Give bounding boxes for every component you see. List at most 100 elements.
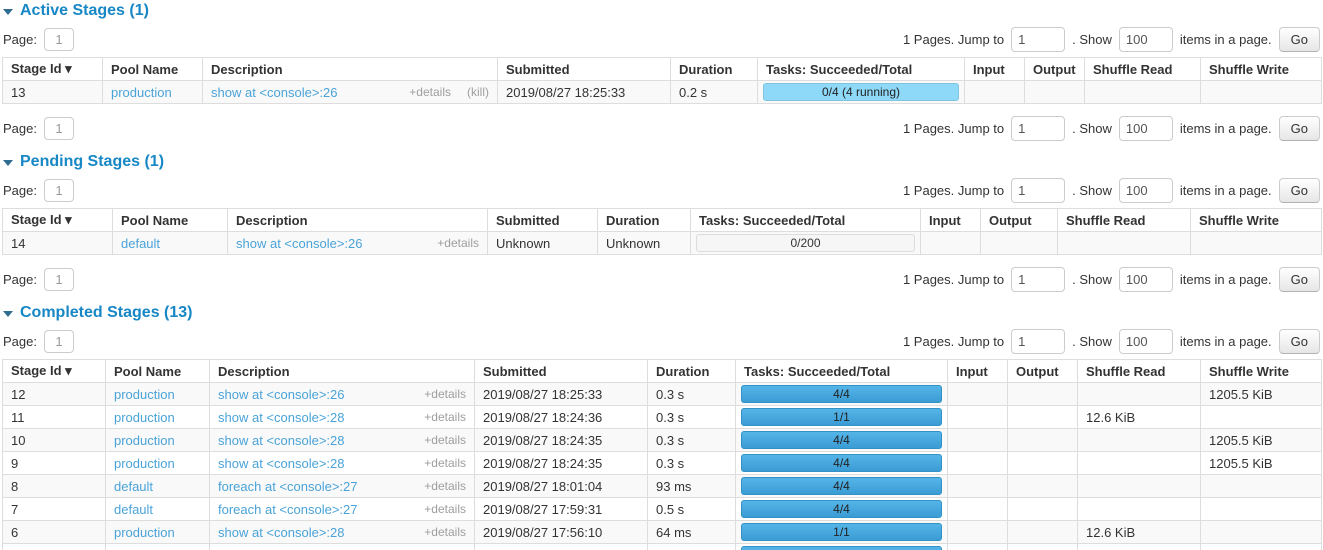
- column-header-description[interactable]: Description: [203, 58, 498, 81]
- description-link[interactable]: show at <console>:28: [218, 456, 344, 471]
- jump-to-input[interactable]: [1011, 178, 1065, 203]
- column-header-stage-id[interactable]: Stage Id ▾: [3, 58, 103, 81]
- column-header-submitted[interactable]: Submitted: [475, 360, 648, 383]
- pool-name-link[interactable]: production: [114, 433, 175, 448]
- details-link[interactable]: +details: [424, 456, 466, 470]
- description-link[interactable]: show at <console>:28: [218, 433, 344, 448]
- table-row: 13productionshow at <console>:26+details…: [3, 81, 1322, 104]
- details-link[interactable]: +details: [424, 387, 466, 401]
- jump-to-input[interactable]: [1011, 27, 1065, 52]
- kill-link[interactable]: (kill): [467, 85, 489, 99]
- submitted-cell: 2019/08/27 18:24:36: [475, 406, 648, 429]
- shuffle-read-cell: [1078, 452, 1201, 475]
- collapse-arrow-icon: [3, 160, 13, 166]
- pages-count-label: 1 Pages. Jump to: [903, 183, 1004, 198]
- description-link[interactable]: show at <console>:28: [218, 525, 344, 540]
- column-header-tasks[interactable]: Tasks: Succeeded/Total: [758, 58, 965, 81]
- page-jump-controls: 1 Pages. Jump to. Showitems in a page.Go: [903, 178, 1320, 203]
- column-header-shuffle-write[interactable]: Shuffle Write: [1201, 58, 1322, 81]
- show-count-input[interactable]: [1119, 329, 1173, 354]
- column-header-shuffle-read[interactable]: Shuffle Read: [1078, 360, 1201, 383]
- page-input[interactable]: [44, 28, 74, 51]
- duration-cell: 93 ms: [648, 475, 736, 498]
- column-header-input[interactable]: Input: [965, 58, 1025, 81]
- column-header-tasks[interactable]: Tasks: Succeeded/Total: [736, 360, 948, 383]
- page-input[interactable]: [44, 330, 74, 353]
- description-actions: +details: [424, 479, 466, 493]
- column-header-submitted[interactable]: Submitted: [488, 209, 598, 232]
- tasks-progress-label: 4/4: [833, 502, 850, 516]
- description-link[interactable]: foreach at <console>:27: [218, 502, 358, 517]
- column-header-tasks[interactable]: Tasks: Succeeded/Total: [691, 209, 921, 232]
- column-header-output[interactable]: Output: [1025, 58, 1085, 81]
- column-header-description[interactable]: Description: [228, 209, 488, 232]
- pool-name-link[interactable]: production: [114, 410, 175, 425]
- column-header-submitted[interactable]: Submitted: [498, 58, 671, 81]
- column-header-duration[interactable]: Duration: [648, 360, 736, 383]
- table-row: 7defaultforeach at <console>:27+details2…: [3, 498, 1322, 521]
- go-button[interactable]: Go: [1279, 329, 1320, 354]
- go-button[interactable]: Go: [1279, 267, 1320, 292]
- details-link[interactable]: +details: [424, 525, 466, 539]
- column-header-input[interactable]: Input: [948, 360, 1008, 383]
- pool-name-link[interactable]: production: [111, 85, 172, 100]
- shuffle-read-cell: [1058, 232, 1191, 255]
- section-heading-pending-stages[interactable]: Pending Stages (1): [3, 153, 1321, 171]
- pool-name-cell: default: [106, 498, 210, 521]
- description-link[interactable]: show at <console>:26: [236, 236, 362, 251]
- pool-name-cell: production: [106, 452, 210, 475]
- items-per-page-label: items in a page.: [1180, 272, 1272, 287]
- column-header-duration[interactable]: Duration: [671, 58, 758, 81]
- pool-name-link[interactable]: production: [114, 387, 175, 402]
- details-link[interactable]: +details: [424, 410, 466, 424]
- column-header-pool-name[interactable]: Pool Name: [103, 58, 203, 81]
- page-input[interactable]: [44, 179, 74, 202]
- jump-to-input[interactable]: [1011, 329, 1065, 354]
- go-button[interactable]: Go: [1279, 27, 1320, 52]
- details-link[interactable]: +details: [424, 433, 466, 447]
- column-header-shuffle-read[interactable]: Shuffle Read: [1058, 209, 1191, 232]
- description-link[interactable]: show at <console>:28: [218, 410, 344, 425]
- column-header-pool-name[interactable]: Pool Name: [113, 209, 228, 232]
- column-header-shuffle-write[interactable]: Shuffle Write: [1191, 209, 1322, 232]
- details-link[interactable]: +details: [409, 85, 451, 99]
- column-header-shuffle-write[interactable]: Shuffle Write: [1201, 360, 1322, 383]
- shuffle-write-cell: 1205.5 KiB: [1201, 452, 1322, 475]
- show-count-input[interactable]: [1119, 116, 1173, 141]
- column-header-description[interactable]: Description: [210, 360, 475, 383]
- spark-stages-page: Active Stages (1)Page:1 Pages. Jump to. …: [0, 2, 1323, 550]
- input-cell: [948, 498, 1008, 521]
- section-heading-active-stages[interactable]: Active Stages (1): [3, 2, 1321, 20]
- description-link[interactable]: foreach at <console>:27: [218, 479, 358, 494]
- column-header-output[interactable]: Output: [981, 209, 1058, 232]
- pool-name-link[interactable]: default: [114, 502, 153, 517]
- show-count-input[interactable]: [1119, 27, 1173, 52]
- details-link[interactable]: +details: [424, 502, 466, 516]
- go-button[interactable]: Go: [1279, 178, 1320, 203]
- details-link[interactable]: +details: [437, 236, 479, 250]
- go-button[interactable]: Go: [1279, 116, 1320, 141]
- jump-to-input[interactable]: [1011, 267, 1065, 292]
- column-header-duration[interactable]: Duration: [598, 209, 691, 232]
- show-count-input[interactable]: [1119, 178, 1173, 203]
- description-link[interactable]: show at <console>:26: [218, 387, 344, 402]
- shuffle-read-cell: 12.6 KiB: [1078, 521, 1201, 544]
- column-header-stage-id[interactable]: Stage Id ▾: [3, 209, 113, 232]
- details-link[interactable]: +details: [424, 479, 466, 493]
- column-header-shuffle-read[interactable]: Shuffle Read: [1085, 58, 1201, 81]
- column-header-output[interactable]: Output: [1008, 360, 1078, 383]
- pool-name-link[interactable]: production: [114, 456, 175, 471]
- column-header-pool-name[interactable]: Pool Name: [106, 360, 210, 383]
- pool-name-link[interactable]: production: [114, 525, 175, 540]
- page-input[interactable]: [44, 268, 74, 291]
- column-header-input[interactable]: Input: [921, 209, 981, 232]
- description-link[interactable]: show at <console>:26: [211, 85, 337, 100]
- jump-to-input[interactable]: [1011, 116, 1065, 141]
- column-header-stage-id[interactable]: Stage Id ▾: [3, 360, 106, 383]
- pool-name-cell: production: [103, 81, 203, 104]
- page-input[interactable]: [44, 117, 74, 140]
- show-count-input[interactable]: [1119, 267, 1173, 292]
- pool-name-link[interactable]: default: [114, 479, 153, 494]
- section-heading-completed-stages[interactable]: Completed Stages (13): [3, 304, 1321, 322]
- pool-name-link[interactable]: default: [121, 236, 160, 251]
